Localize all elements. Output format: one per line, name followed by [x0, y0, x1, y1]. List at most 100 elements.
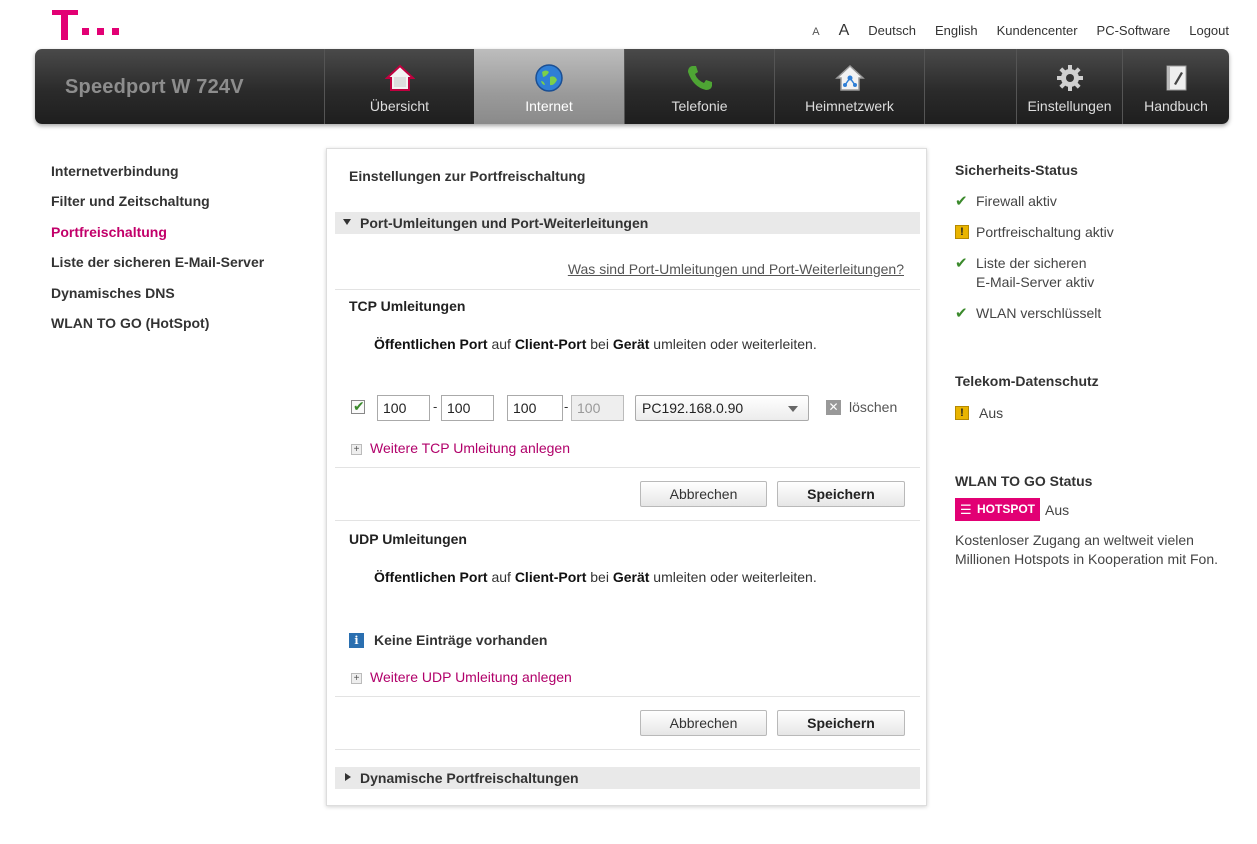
tcp-section-title: TCP Umleitungen	[349, 298, 466, 314]
divider	[335, 696, 920, 697]
nav-tab-internet[interactable]: Internet	[474, 49, 624, 124]
udp-empty-message: Keine Einträge vorhanden	[374, 632, 548, 648]
nav-spacer	[924, 49, 1016, 124]
status-portfreischaltung: ! Portfreischaltung aktiv	[955, 223, 1114, 242]
divider	[335, 520, 920, 521]
tcp-description: Öffentlichen Port auf Client-Port bei Ge…	[374, 336, 817, 352]
add-udp-rule-link[interactable]: + Weitere UDP Umleitung anlegen	[351, 669, 572, 685]
check-icon: ✔	[955, 193, 968, 210]
client-port-from-input[interactable]: 100	[507, 395, 563, 421]
range-dash: -	[564, 399, 569, 414]
udp-description: Öffentlichen Port auf Client-Port bei Ge…	[374, 569, 817, 585]
info-icon: i	[349, 633, 364, 648]
delete-icon[interactable]: ✕	[826, 400, 841, 415]
chevron-down-icon	[788, 406, 798, 412]
divider	[335, 289, 920, 290]
menu-item-filter-zeitschaltung[interactable]: Filter und Zeitschaltung	[51, 192, 264, 222]
language-english-link[interactable]: English	[935, 23, 978, 38]
nav-label: Übersicht	[369, 98, 430, 114]
privacy-title: Telekom-Datenschutz	[955, 373, 1099, 389]
security-status-title: Sicherheits-Status	[955, 162, 1078, 178]
font-size-small-link[interactable]: A	[812, 26, 819, 38]
menu-item-wlan-to-go[interactable]: WLAN TO GO (HotSpot)	[51, 314, 264, 344]
divider	[335, 749, 920, 750]
menu-item-dynamisches-dns[interactable]: Dynamisches DNS	[51, 284, 264, 314]
menu-item-portfreischaltung[interactable]: Portfreischaltung	[51, 223, 264, 253]
page-title: Einstellungen zur Portfreischaltung	[349, 168, 586, 184]
home-icon	[384, 64, 415, 91]
telekom-logo[interactable]	[52, 10, 122, 42]
hotspot-status: Aus	[1045, 502, 1070, 518]
delete-rule-link[interactable]: löschen	[849, 399, 897, 415]
section-dynamic-port-header[interactable]: Dynamische Portfreischaltungen	[335, 767, 920, 789]
logo-dot	[97, 28, 104, 35]
udp-cancel-button[interactable]: Abbrechen	[640, 710, 767, 736]
logo-dot	[82, 28, 89, 35]
nav-tab-handbuch[interactable]: Handbuch	[1122, 49, 1229, 124]
nav-label: Heimnetzwerk	[805, 98, 894, 114]
range-dash: -	[433, 399, 438, 414]
plus-icon: +	[351, 673, 362, 684]
hotspot-badge: ☰ HOTSPOT	[955, 498, 1040, 521]
add-tcp-rule-link[interactable]: + Weitere TCP Umleitung anlegen	[351, 440, 570, 456]
wlan-to-go-title: WLAN TO GO Status	[955, 473, 1093, 489]
checkmark-icon: ✔	[353, 398, 365, 414]
kundencenter-link[interactable]: Kundencenter	[997, 23, 1078, 38]
udp-save-button[interactable]: Speichern	[777, 710, 905, 736]
gear-icon	[1056, 65, 1083, 91]
expand-arrow-icon	[345, 773, 351, 781]
nav-label: Handbuch	[1144, 98, 1208, 114]
udp-section-title: UDP Umleitungen	[349, 531, 467, 547]
section-port-forwarding-header[interactable]: Port-Umleitungen und Port-Weiterleitunge…	[335, 212, 920, 234]
plus-icon: +	[351, 444, 362, 455]
manual-icon	[1166, 65, 1187, 91]
nav-tab-uebersicht[interactable]: Übersicht	[324, 49, 474, 124]
font-size-large-link[interactable]: A	[839, 22, 850, 40]
collapse-arrow-icon	[343, 219, 351, 225]
status-firewall: ✔ Firewall aktiv	[955, 193, 1057, 210]
device-select-value: PC192.168.0.90	[642, 400, 744, 416]
warning-icon: !	[955, 406, 969, 420]
phone-icon	[687, 66, 712, 90]
nav-label: Telefonie	[671, 98, 728, 114]
nav-label: Internet	[525, 98, 573, 114]
home-network-icon	[834, 64, 865, 91]
status-mailserver: ✔ Liste der sicheren E-Mail-Server aktiv	[955, 255, 1095, 290]
check-icon: ✔	[955, 305, 968, 322]
main-nav: Speedport W 724V Übersicht Internet Tele…	[35, 49, 1229, 124]
tcp-rule-row: ✔ 100 - 100 100 - 100 PC192.168.0.90 ✕ l…	[351, 395, 911, 421]
section-title: Dynamische Portfreischaltungen	[360, 770, 579, 786]
content-panel: Einstellungen zur Portfreischaltung Port…	[326, 148, 927, 806]
nav-tab-einstellungen[interactable]: Einstellungen	[1016, 49, 1122, 124]
tcp-cancel-button[interactable]: Abbrechen	[640, 481, 767, 507]
nav-tab-telefonie[interactable]: Telefonie	[624, 49, 774, 124]
check-icon: ✔	[955, 255, 968, 272]
tcp-save-button[interactable]: Speichern	[777, 481, 905, 507]
privacy-status: ! Aus	[955, 404, 1003, 423]
tcp-rule-checkbox[interactable]: ✔	[351, 398, 365, 414]
device-brand: Speedport W 724V	[65, 76, 244, 98]
top-links: A A Deutsch English Kundencenter PC-Soft…	[812, 22, 1229, 40]
divider	[335, 467, 920, 468]
menu-item-internetverbindung[interactable]: Internetverbindung	[51, 162, 264, 192]
wifi-icon: ☰	[960, 502, 972, 517]
public-port-from-input[interactable]: 100	[377, 395, 430, 421]
warning-icon: !	[955, 225, 969, 239]
pc-software-link[interactable]: PC-Software	[1097, 23, 1171, 38]
hotspot-description: Kostenloser Zugang an weltweit vielen Mil…	[955, 532, 1219, 567]
globe-icon	[535, 64, 563, 92]
nav-tab-heimnetzwerk[interactable]: Heimnetzwerk	[774, 49, 924, 124]
client-port-to-input: 100	[571, 395, 624, 421]
menu-item-sichere-mailserver[interactable]: Liste der sicheren E-Mail-Server	[51, 253, 264, 283]
left-menu: Internetverbindung Filter und Zeitschalt…	[51, 162, 264, 344]
status-wlan: ✔ WLAN verschlüsselt	[955, 305, 1102, 322]
logout-link[interactable]: Logout	[1189, 23, 1229, 38]
device-select[interactable]: PC192.168.0.90	[635, 395, 809, 421]
help-link[interactable]: Was sind Port-Umleitungen und Port-Weite…	[568, 261, 904, 277]
logo-dot	[112, 28, 119, 35]
language-deutsch-link[interactable]: Deutsch	[868, 23, 916, 38]
logo-t-stem	[61, 10, 68, 40]
nav-label: Einstellungen	[1027, 98, 1112, 114]
section-title: Port-Umleitungen und Port-Weiterleitunge…	[360, 215, 649, 231]
public-port-to-input[interactable]: 100	[441, 395, 494, 421]
